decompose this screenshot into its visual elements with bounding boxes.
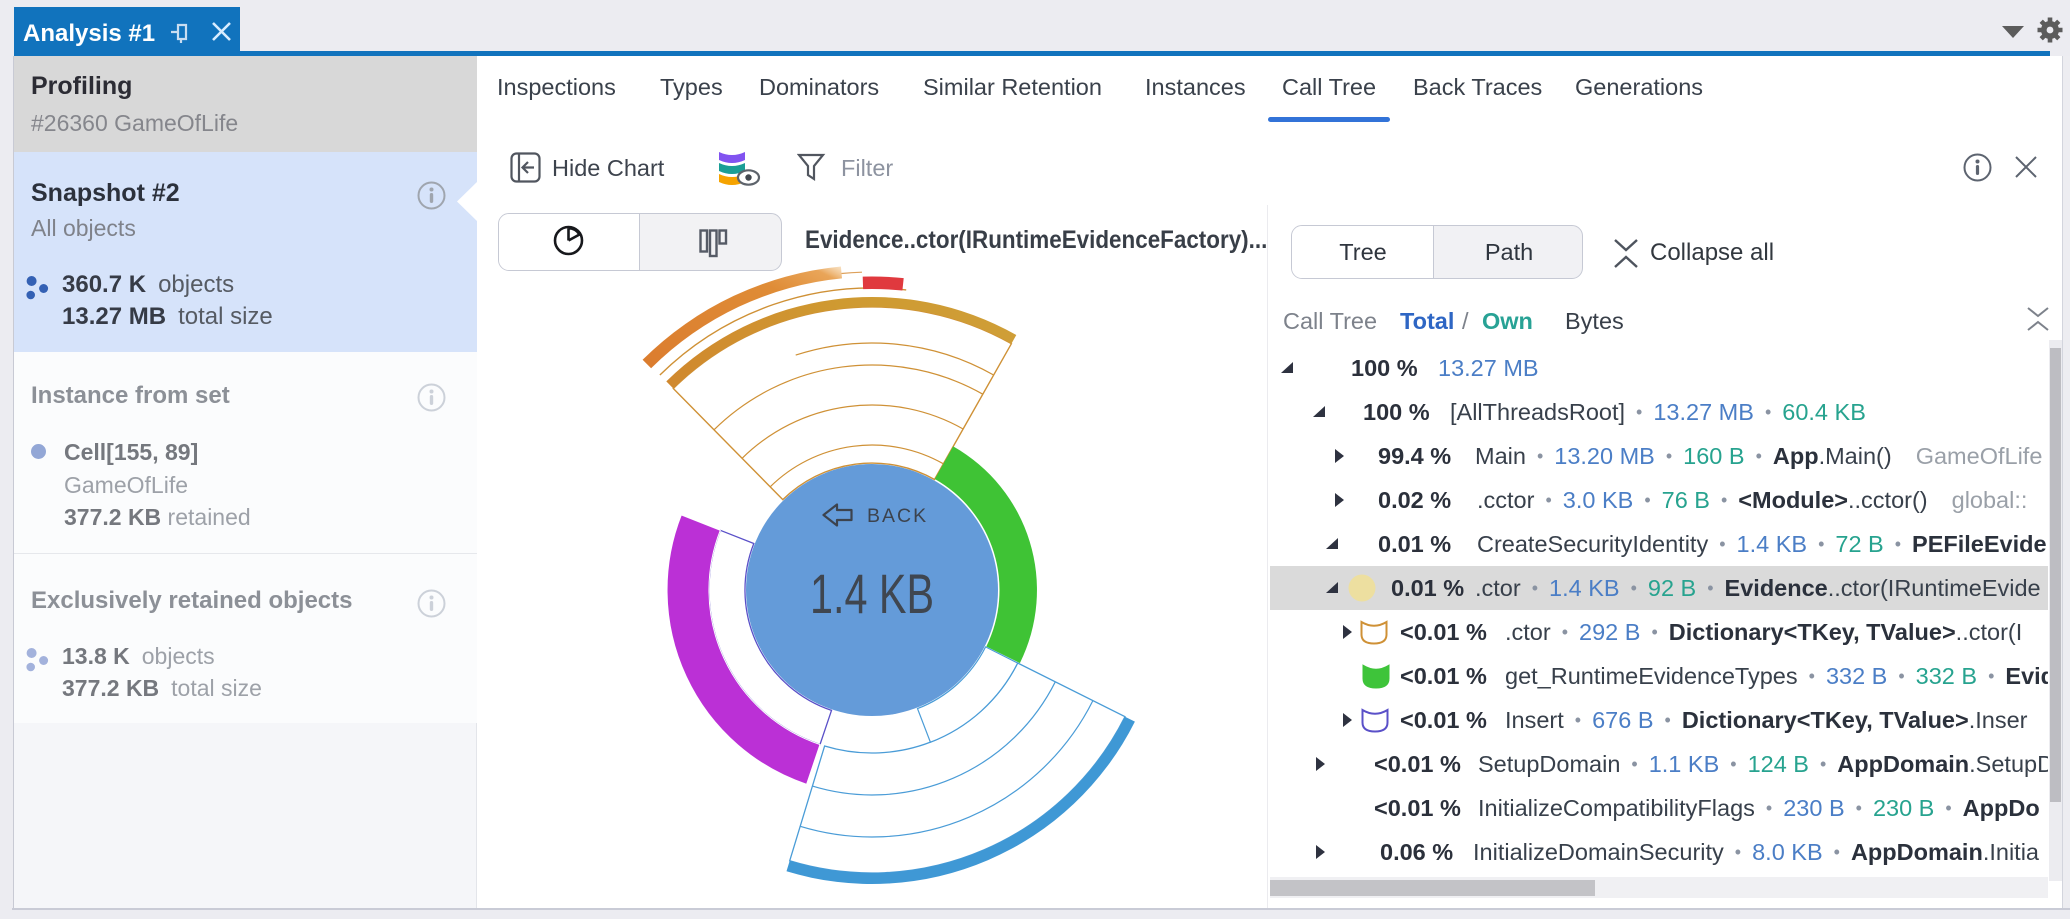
- svg-text:1.4 KB: 1.4 KB: [810, 562, 934, 625]
- svg-text:BACK: BACK: [867, 505, 928, 527]
